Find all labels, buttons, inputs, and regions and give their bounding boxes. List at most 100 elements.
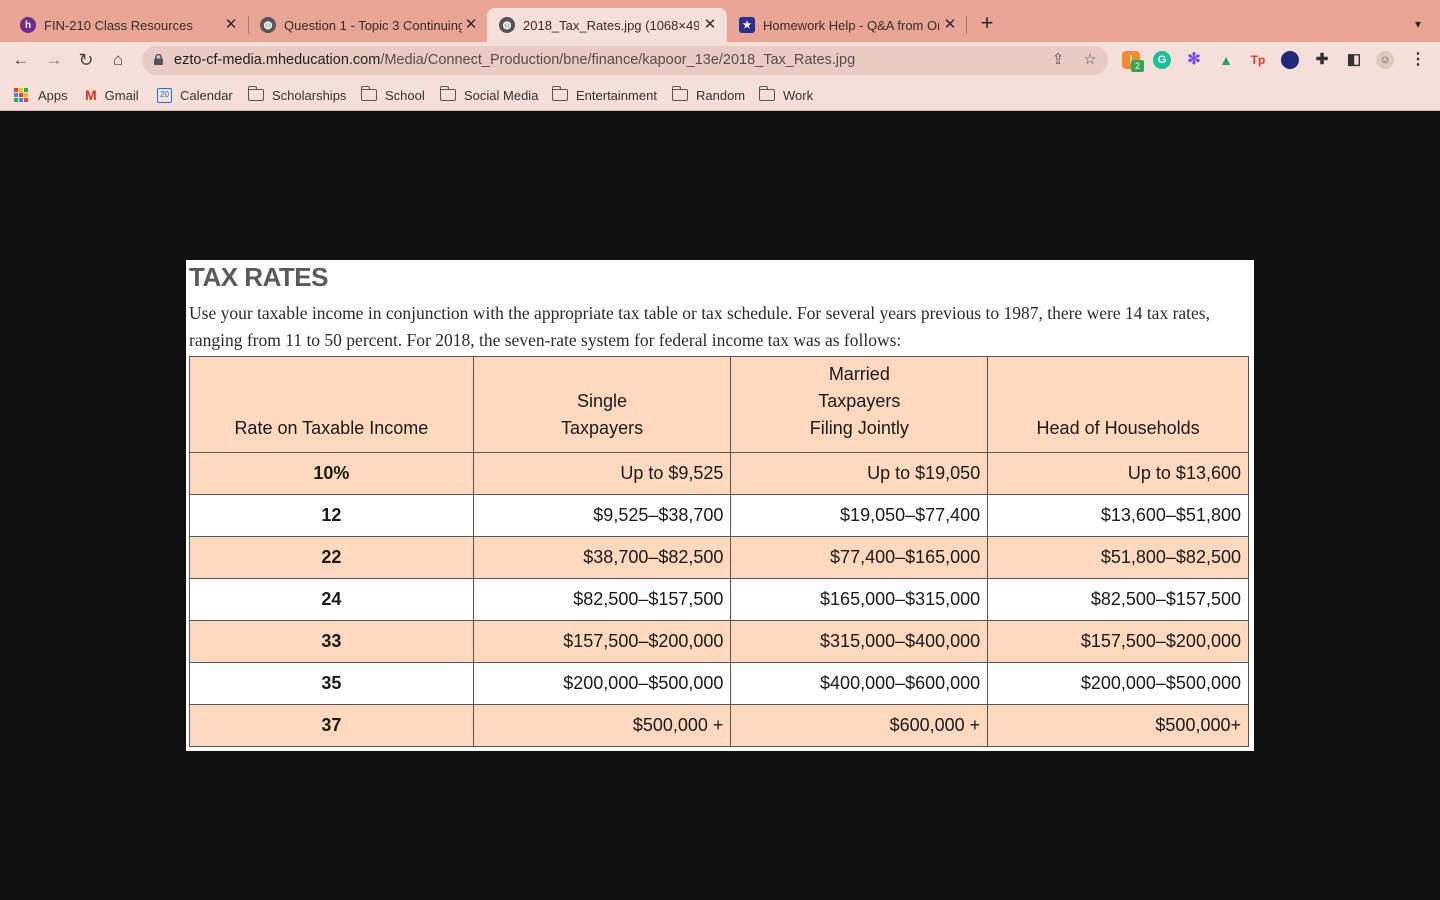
bookmark-label: Calendar xyxy=(180,87,233,103)
tab-title: FIN-210 Class Resources xyxy=(44,17,193,33)
rate-cell: 24 xyxy=(189,578,474,621)
married-cell: $19,050–$77,400 xyxy=(730,494,989,537)
extensions-puzzle-icon[interactable]: ✚ xyxy=(1313,51,1331,69)
header-line: Married xyxy=(828,364,890,384)
bookmark-calendar[interactable]: 20 Calendar xyxy=(157,86,233,104)
folder-icon xyxy=(360,86,377,101)
rate-cell: 33 xyxy=(189,620,474,663)
single-cell: $38,700–$82,500 xyxy=(472,536,732,579)
header-rate: Rate on Taxable Income xyxy=(189,356,474,453)
bookmark-label: Social Media xyxy=(464,87,539,103)
back-arrow-icon[interactable]: ← xyxy=(9,48,33,72)
url-text: ezto-cf-media.mheducation.com/Media/Conn… xyxy=(174,52,855,68)
married-cell: $400,000–$600,000 xyxy=(730,662,989,705)
globe-favicon-icon: ◍ xyxy=(499,17,515,33)
new-tab-button[interactable]: + xyxy=(976,12,998,35)
tax-rates-image: TAX RATES Use your taxable income in con… xyxy=(186,260,1254,751)
extension-tp-icon[interactable]: Tp xyxy=(1249,51,1267,69)
apps-grid-icon xyxy=(14,88,28,102)
header-line: Taxpayers xyxy=(561,418,644,438)
tab-homework-help[interactable]: ★ Homework Help - Q&A from Or ✕ xyxy=(727,8,967,42)
head-of-household-cell: Up to $13,600 xyxy=(987,452,1249,495)
table-row: 35 $200,000–$500,000 $400,000–$600,000 $… xyxy=(189,662,1249,705)
bookmark-apps[interactable]: Apps xyxy=(14,86,68,104)
married-cell: $315,000–$400,000 xyxy=(730,620,989,663)
side-panel-icon[interactable]: ◧ xyxy=(1345,51,1363,69)
bookmark-label: School xyxy=(385,87,425,103)
header-single: Single Taxpayers xyxy=(472,356,732,453)
google-drive-icon[interactable]: ▲ xyxy=(1217,51,1235,69)
tax-rates-table: Rate on Taxable Income Single Taxpayers M… xyxy=(189,356,1249,747)
single-cell: $82,500–$157,500 xyxy=(472,578,732,621)
tab-fin210[interactable]: h FIN-210 Class Resources ✕ xyxy=(8,8,248,42)
table-row: 12 $9,525–$38,700 $19,050–$77,400 $13,60… xyxy=(189,494,1249,537)
bookmark-social-media[interactable]: Social Media xyxy=(439,86,539,104)
header-line: Filing Jointly xyxy=(809,418,909,438)
reload-icon[interactable]: ↻ xyxy=(74,48,98,72)
home-icon[interactable]: ⌂ xyxy=(106,48,130,72)
close-icon[interactable]: ✕ xyxy=(701,16,719,34)
tab-question1[interactable]: ◍ Question 1 - Topic 3 Continuing ✕ xyxy=(248,8,488,42)
head-of-household-cell: $500,000+ xyxy=(987,704,1249,747)
header-line: Rate on Taxable Income xyxy=(234,418,429,438)
bookmark-label: Gmail xyxy=(104,87,139,103)
rate-cell: 12 xyxy=(189,494,474,537)
url-path: /Media/Connect_Production/bne/finance/ka… xyxy=(380,52,856,68)
document-title: TAX RATES xyxy=(189,262,328,292)
extension-circle-icon[interactable] xyxy=(1281,51,1299,69)
tab-tax-rates-image[interactable]: ◍ 2018_Tax_Rates.jpg (1068×49 ✕ xyxy=(487,8,727,42)
head-of-household-cell: $13,600–$51,800 xyxy=(987,494,1249,537)
table-header-row: Rate on Taxable Income Single Taxpayers M… xyxy=(189,356,1249,453)
folder-icon xyxy=(551,86,568,101)
folder-icon xyxy=(247,86,264,101)
bookmark-school[interactable]: School xyxy=(360,86,425,104)
bookmark-scholarships[interactable]: Scholarships xyxy=(247,86,346,104)
header-line: Single xyxy=(577,391,628,411)
header-line: Head of Households xyxy=(1036,418,1200,438)
bookmarks-bar: Apps M Gmail 20 Calendar Scholarships Sc… xyxy=(0,78,1440,111)
married-cell: $77,400–$165,000 xyxy=(730,536,989,579)
bookmark-star-icon[interactable]: ☆ xyxy=(1080,50,1100,70)
tab-strip: h FIN-210 Class Resources ✕ ◍ Question 1… xyxy=(0,0,1440,42)
head-of-household-cell: $82,500–$157,500 xyxy=(987,578,1249,621)
head-of-household-cell: $51,800–$82,500 xyxy=(987,536,1249,579)
calendar-icon: 20 xyxy=(157,87,172,103)
single-cell: $200,000–$500,000 xyxy=(472,662,732,705)
tab-separator xyxy=(966,16,967,34)
url-host: ezto-cf-media.mheducation.com xyxy=(174,52,381,68)
bookmark-entertainment[interactable]: Entertainment xyxy=(551,86,657,104)
bookmark-random[interactable]: Random xyxy=(671,86,745,104)
header-married: Married Taxpayers Filing Jointly xyxy=(730,356,989,453)
document-description: Use your taxable income in conjunction w… xyxy=(189,303,1210,350)
address-bar[interactable]: ezto-cf-media.mheducation.com/Media/Conn… xyxy=(142,46,1108,75)
bookmark-label: Entertainment xyxy=(576,87,657,103)
tab-search-chevron-icon[interactable]: ▾ xyxy=(1408,14,1428,34)
header-head-of-households: Head of Households xyxy=(987,356,1249,453)
profile-avatar[interactable]: ☺ xyxy=(1376,51,1394,69)
table-row: 33 $157,500–$200,000 $315,000–$400,000 $… xyxy=(189,620,1249,663)
forward-arrow-icon[interactable]: → xyxy=(42,48,66,72)
extension-badge: 2 xyxy=(1131,60,1144,72)
table-row: 22 $38,700–$82,500 $77,400–$165,000 $51,… xyxy=(189,536,1249,579)
more-menu-icon[interactable]: ⋮ xyxy=(1409,51,1427,69)
head-of-household-cell: $200,000–$500,000 xyxy=(987,662,1249,705)
extension-flower-icon[interactable]: ✻ xyxy=(1185,51,1203,69)
married-cell: $600,000 + xyxy=(730,704,989,747)
married-cell: $165,000–$315,000 xyxy=(730,578,989,621)
lock-icon xyxy=(154,54,163,65)
hypothesis-favicon-icon: h xyxy=(20,17,36,33)
close-icon[interactable]: ✕ xyxy=(941,16,959,34)
folder-icon xyxy=(758,86,775,101)
close-icon[interactable]: ✕ xyxy=(462,16,480,34)
bookmark-label: Work xyxy=(783,87,814,103)
share-icon[interactable]: ⇪ xyxy=(1048,50,1068,70)
bookmark-work[interactable]: Work xyxy=(758,86,814,104)
married-cell: Up to $19,050 xyxy=(730,452,989,495)
rate-cell: 37 xyxy=(189,704,474,747)
bookmark-gmail[interactable]: M Gmail xyxy=(85,86,139,104)
folder-icon xyxy=(671,86,688,101)
rate-cell: 22 xyxy=(189,536,474,579)
grammarly-icon[interactable]: G xyxy=(1153,51,1171,69)
globe-favicon-icon: ◍ xyxy=(260,17,276,33)
close-icon[interactable]: ✕ xyxy=(222,16,240,34)
